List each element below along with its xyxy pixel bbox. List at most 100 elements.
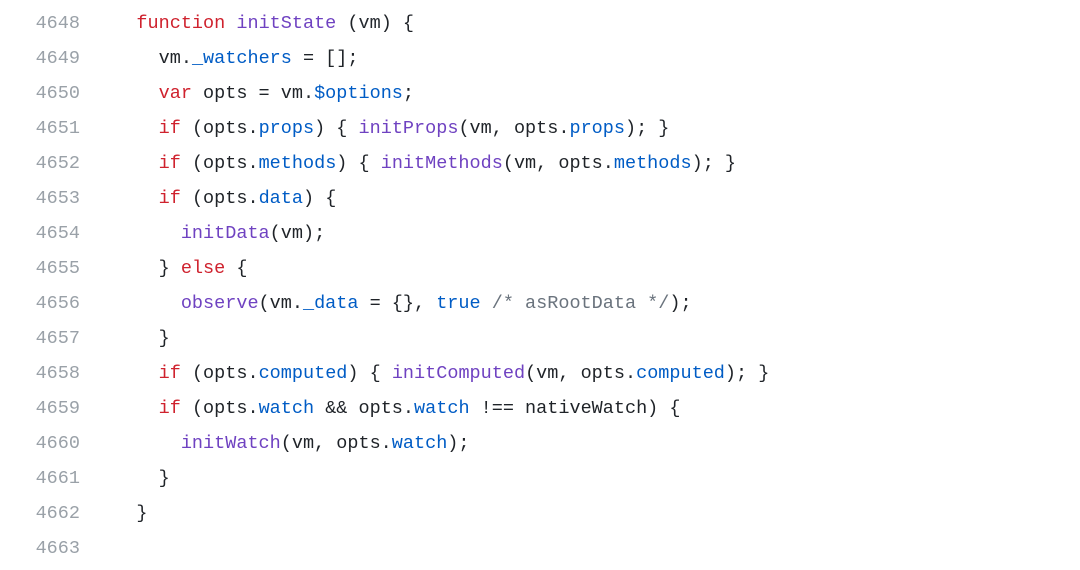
code-token: . [247, 188, 258, 209]
code-token: watch [392, 433, 448, 454]
code-token: watch [259, 398, 315, 419]
code-token: ( [336, 13, 358, 34]
code-token [225, 13, 236, 34]
code-line[interactable] [92, 531, 1080, 566]
code-line[interactable]: } [92, 321, 1080, 356]
code-line[interactable]: function initState (vm) { [92, 6, 1080, 41]
line-number: 4656 [0, 286, 80, 321]
code-line[interactable]: observe(vm._data = {}, true /* asRootDat… [92, 286, 1080, 321]
code-line[interactable]: initWatch(vm, opts.watch); [92, 426, 1080, 461]
code-token: if [159, 153, 181, 174]
code-line[interactable]: if (opts.methods) { initMethods(vm, opts… [92, 146, 1080, 181]
indent [92, 328, 159, 349]
code-token: _watchers [192, 48, 292, 69]
code-token: initData [181, 223, 270, 244]
line-number: 4648 [0, 6, 80, 41]
indent [92, 153, 159, 174]
code-line[interactable]: if (opts.data) { [92, 181, 1080, 216]
code-token: . [381, 433, 392, 454]
code-token: ) { [347, 363, 391, 384]
code-token: ); [669, 293, 691, 314]
code-token: (vm, opts [458, 118, 558, 139]
code-token: . [247, 398, 258, 419]
code-token: } [159, 468, 170, 489]
code-token: if [159, 188, 181, 209]
indent [92, 433, 181, 454]
line-number: 4655 [0, 251, 80, 286]
code-token: = []; [292, 48, 359, 69]
code-token: . [303, 83, 314, 104]
line-number: 4657 [0, 321, 80, 356]
indent [92, 83, 159, 104]
indent [92, 293, 181, 314]
code-token: . [247, 118, 258, 139]
code-token: . [181, 48, 192, 69]
code-token: . [603, 153, 614, 174]
code-area[interactable]: function initState (vm) { vm._watchers =… [92, 6, 1080, 570]
indent [92, 48, 159, 69]
code-token: computed [636, 363, 725, 384]
code-token: (opts [181, 398, 248, 419]
indent [92, 118, 159, 139]
code-token: (vm); [270, 223, 326, 244]
code-token: . [625, 363, 636, 384]
code-token: && opts [314, 398, 403, 419]
code-token: ); } [692, 153, 736, 174]
code-token: ; [403, 83, 414, 104]
code-token: (opts [181, 363, 248, 384]
code-line[interactable]: } [92, 496, 1080, 531]
code-token: !== nativeWatch) { [470, 398, 681, 419]
code-line[interactable]: var opts = vm.$options; [92, 76, 1080, 111]
code-token: ) { [336, 153, 380, 174]
line-number: 4651 [0, 111, 80, 146]
code-token: ) { [303, 188, 336, 209]
code-token: . [292, 293, 303, 314]
code-token: computed [259, 363, 348, 384]
code-line[interactable]: vm._watchers = []; [92, 41, 1080, 76]
code-line[interactable]: } else { [92, 251, 1080, 286]
code-token: (opts [181, 188, 248, 209]
code-token: { [225, 258, 247, 279]
code-token: (vm, opts [503, 153, 603, 174]
indent [92, 188, 159, 209]
code-token: } [159, 258, 181, 279]
code-token: props [569, 118, 625, 139]
code-line[interactable]: if (opts.computed) { initComputed(vm, op… [92, 356, 1080, 391]
code-editor[interactable]: 4648464946504651465246534654465546564657… [0, 0, 1080, 570]
code-token: watch [414, 398, 470, 419]
code-token: initWatch [181, 433, 281, 454]
indent [92, 13, 136, 34]
code-token: initMethods [381, 153, 503, 174]
code-token: observe [181, 293, 259, 314]
code-line[interactable]: if (opts.watch && opts.watch !== nativeW… [92, 391, 1080, 426]
line-number: 4662 [0, 496, 80, 531]
code-token: (vm, opts [525, 363, 625, 384]
code-token: methods [259, 153, 337, 174]
code-token: = {}, [358, 293, 436, 314]
line-number: 4649 [0, 41, 80, 76]
code-line[interactable]: if (opts.props) { initProps(vm, opts.pro… [92, 111, 1080, 146]
code-token: function [136, 13, 225, 34]
code-token: initProps [359, 118, 459, 139]
code-token: ); } [625, 118, 669, 139]
code-token: ) { [314, 118, 358, 139]
line-number: 4653 [0, 181, 80, 216]
code-token: opts = vm [192, 83, 303, 104]
code-token: initState [236, 13, 336, 34]
code-token: props [259, 118, 315, 139]
code-token: ) { [381, 13, 414, 34]
line-number-gutter: 4648464946504651465246534654465546564657… [0, 6, 92, 570]
code-token: true [436, 293, 480, 314]
code-token: $options [314, 83, 403, 104]
indent [92, 258, 159, 279]
code-token: } [136, 503, 147, 524]
code-token: _data [303, 293, 359, 314]
line-number: 4661 [0, 461, 80, 496]
code-token: (opts [181, 118, 248, 139]
line-number: 4660 [0, 426, 80, 461]
code-line[interactable]: initData(vm); [92, 216, 1080, 251]
code-token: methods [614, 153, 692, 174]
code-line[interactable]: } [92, 461, 1080, 496]
indent [92, 398, 159, 419]
code-token: ); [447, 433, 469, 454]
